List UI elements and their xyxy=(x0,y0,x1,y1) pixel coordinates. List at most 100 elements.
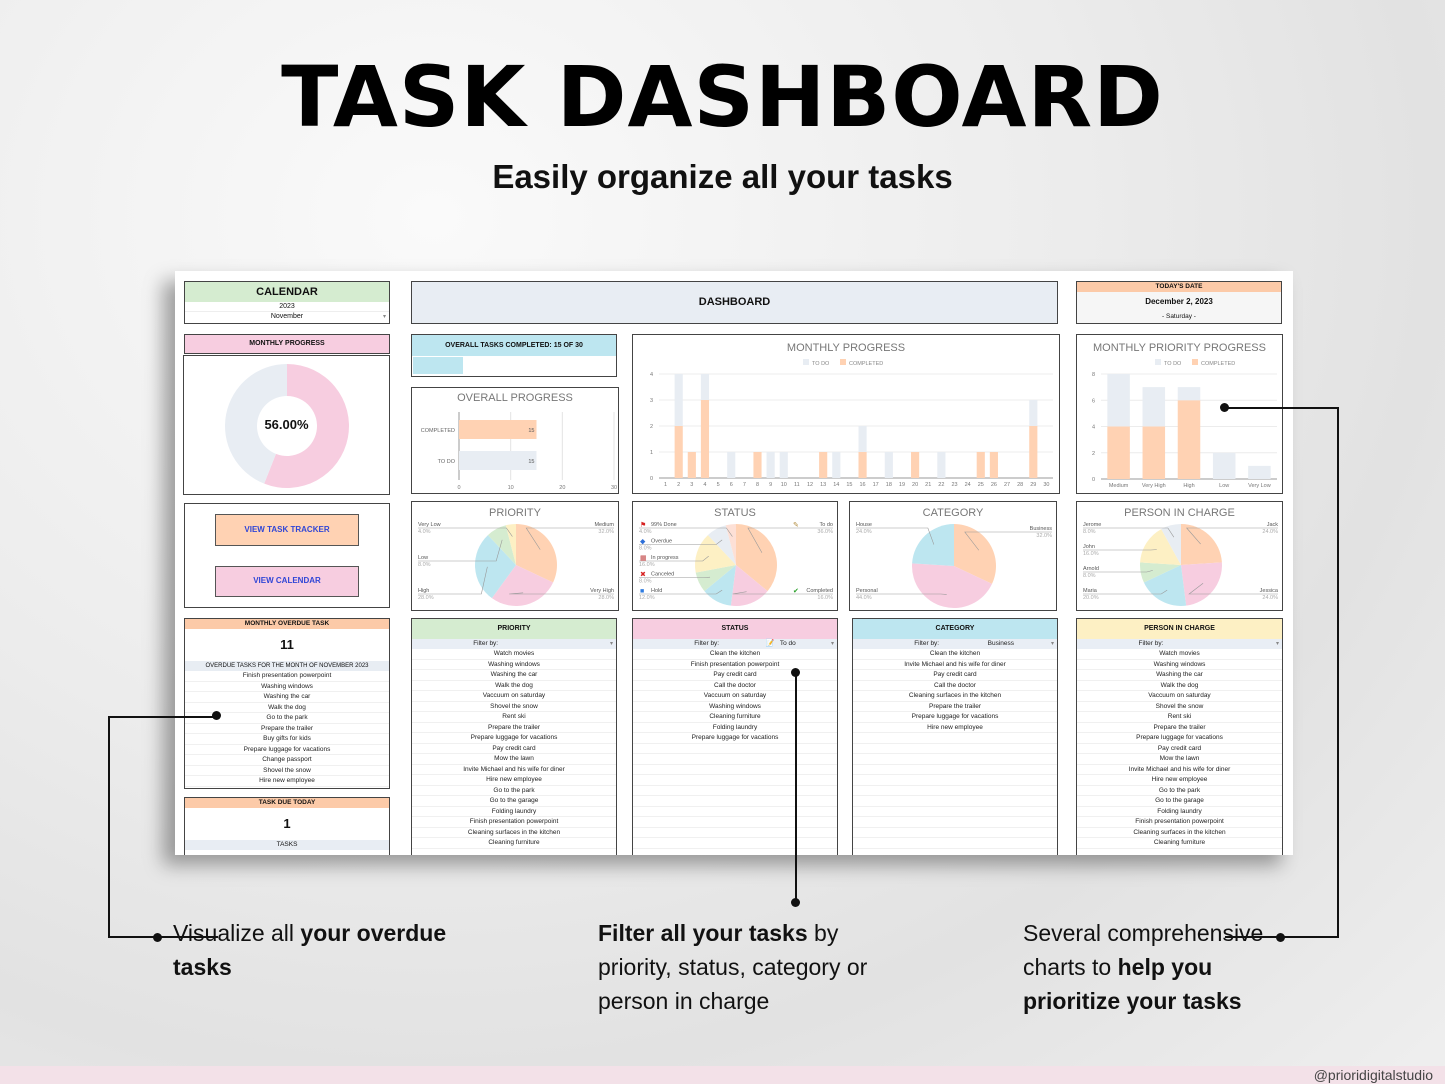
calendar-month-select[interactable]: November ▾ xyxy=(185,312,389,322)
pie-percent: 8.0% xyxy=(639,579,652,585)
category-filter-select[interactable]: Filter by: Business ▾ xyxy=(853,639,1057,649)
warning-icon: ◆ xyxy=(640,539,646,546)
pie-percent: 28.0% xyxy=(598,595,614,601)
overall-tasks-progress-fill xyxy=(413,357,463,374)
pie-label: Jerome xyxy=(1083,522,1101,528)
pie-slice-house xyxy=(912,524,954,566)
dashboard-banner: DASHBOARD xyxy=(411,281,1058,324)
bar-completed xyxy=(700,400,710,478)
overall-tasks-panel: OVERALL TASKS COMPLETED: 15 OF 30 xyxy=(411,334,617,377)
connector-dot xyxy=(1220,403,1229,412)
chevron-down-icon[interactable]: ▾ xyxy=(383,312,386,322)
list-item xyxy=(853,733,1057,744)
x-tick-label: 5 xyxy=(717,482,720,488)
overdue-count: 11 xyxy=(280,637,294,652)
overall-tasks-label: OVERALL TASKS COMPLETED: 15 OF 30 xyxy=(412,335,616,356)
x-tick-label: 23 xyxy=(951,482,957,488)
pie-percent: 32.0% xyxy=(1036,533,1052,539)
overall-progress-chart: OVERALL PROGRESS 0 10 20 30 COMPLETED 15 TO DO… xyxy=(411,387,619,494)
category-task-list: Clean the kitchen Invite Michael and his … xyxy=(853,649,1057,855)
pie-percent: 4.0% xyxy=(418,529,431,535)
view-calendar-button[interactable]: VIEW CALENDAR xyxy=(215,566,359,597)
pie-percent: 4.0% xyxy=(639,529,652,535)
x-tick-label: 12 xyxy=(807,482,813,488)
bar-completed xyxy=(459,420,537,439)
footer-handle[interactable]: @prioridigitalstudio xyxy=(1314,1067,1433,1083)
x-tick-label: 27 xyxy=(1004,482,1010,488)
caption-overdue: Visualize all your overdue tasks xyxy=(173,916,473,984)
bar-completed xyxy=(1107,426,1130,479)
y-tick-label: 1 xyxy=(650,450,653,456)
x-tick-label: 21 xyxy=(925,482,931,488)
caption-charts: Several comprehensive charts to help you… xyxy=(1023,916,1283,1018)
pie-label: Low xyxy=(418,555,428,561)
y-tick-label: COMPLETED xyxy=(421,428,455,434)
status-filter-select[interactable]: Filter by: 📝 To do ▾ xyxy=(633,639,837,649)
list-item xyxy=(633,744,837,754)
x-tick-label: 14 xyxy=(833,482,839,488)
bar-completed xyxy=(976,452,985,478)
x-tick-label: 26 xyxy=(991,482,997,488)
list-item: Folding laundry xyxy=(412,807,616,817)
bar-todo xyxy=(674,374,683,426)
bar-todo xyxy=(766,452,775,478)
pie-label: Maria xyxy=(1083,588,1098,594)
x-tick-label: 20 xyxy=(912,482,918,488)
monthly-progress-title: MONTHLY PROGRESS xyxy=(249,340,325,347)
pie-label: Overdue xyxy=(651,539,672,545)
bar-todo xyxy=(832,452,841,478)
priority-filter-select[interactable]: Filter by: ▾ xyxy=(412,639,616,649)
dashboard-title: DASHBOARD xyxy=(698,296,771,308)
memo-icon: ✎ xyxy=(793,522,799,529)
list-item xyxy=(633,849,837,856)
x-tick-label: 3 xyxy=(690,482,693,488)
list-item: Clean the kitchen xyxy=(853,649,1057,660)
bar-completed xyxy=(819,452,828,478)
list-item xyxy=(853,765,1057,775)
bar-todo xyxy=(1029,400,1038,426)
chevron-down-icon[interactable]: ▾ xyxy=(1051,639,1054,649)
list-item xyxy=(633,807,837,817)
y-tick-label: 2 xyxy=(650,424,653,430)
data-label: 15 xyxy=(528,459,534,465)
y-tick-label: 3 xyxy=(650,398,653,404)
x-tick-label: 4 xyxy=(703,482,706,488)
pie-percent: 28.0% xyxy=(418,595,434,601)
chevron-down-icon[interactable]: ▾ xyxy=(610,639,613,649)
legend-label: COMPLETED xyxy=(1201,361,1235,367)
bar-todo xyxy=(937,452,946,478)
view-task-tracker-button[interactable]: VIEW TASK TRACKER xyxy=(215,514,359,546)
list-item xyxy=(853,838,1057,849)
list-item: Prepare the trailer xyxy=(412,723,616,733)
list-item: Cleaning furniture xyxy=(633,712,837,723)
priority-pie-chart: PRIORITY Very Low 4.0% Low 8.0% High 28.0% Med… xyxy=(411,501,619,611)
bar-todo xyxy=(700,374,710,400)
list-item: Washing the car xyxy=(412,670,616,681)
pie-label: To do xyxy=(820,522,833,528)
calendar-year[interactable]: 2023 xyxy=(185,302,389,312)
calendar-panel: CALENDAR 2023 November ▾ xyxy=(184,281,390,324)
y-tick-label: 2 xyxy=(1092,451,1095,457)
todays-date-value: December 2, 2023 xyxy=(1077,292,1281,312)
todays-weekday: - Saturday - xyxy=(1077,312,1281,323)
x-tick-label: 22 xyxy=(938,482,944,488)
list-item xyxy=(853,775,1057,786)
monthly-progress-svg: 01234TO DO COMPLETED1 2 3 4 5 6 7 8 9 10 11 12 13 14 15… xyxy=(650,359,1053,488)
chart-icon: ▦ xyxy=(640,555,647,562)
pie-percent: 12.0% xyxy=(639,595,655,601)
chevron-down-icon[interactable]: ▾ xyxy=(831,639,834,649)
pie-percent: 16.0% xyxy=(1083,551,1099,557)
bar-completed xyxy=(674,426,683,478)
bar-completed xyxy=(1177,400,1201,479)
bar-to-do xyxy=(459,451,537,470)
list-item: Prepare luggage for vacations xyxy=(853,712,1057,723)
list-item: Vaccuum on saturday xyxy=(412,691,616,702)
list-item: Call the doctor xyxy=(853,681,1057,691)
filter-label: Filter by: xyxy=(914,640,940,647)
connector-dot xyxy=(791,898,800,907)
cross-icon: ✖ xyxy=(640,572,646,579)
x-tick-label: Medium xyxy=(1109,483,1129,489)
list-item xyxy=(633,754,837,765)
pie-percent: 8.0% xyxy=(1083,529,1096,535)
list-item: Washing windows xyxy=(185,682,389,692)
